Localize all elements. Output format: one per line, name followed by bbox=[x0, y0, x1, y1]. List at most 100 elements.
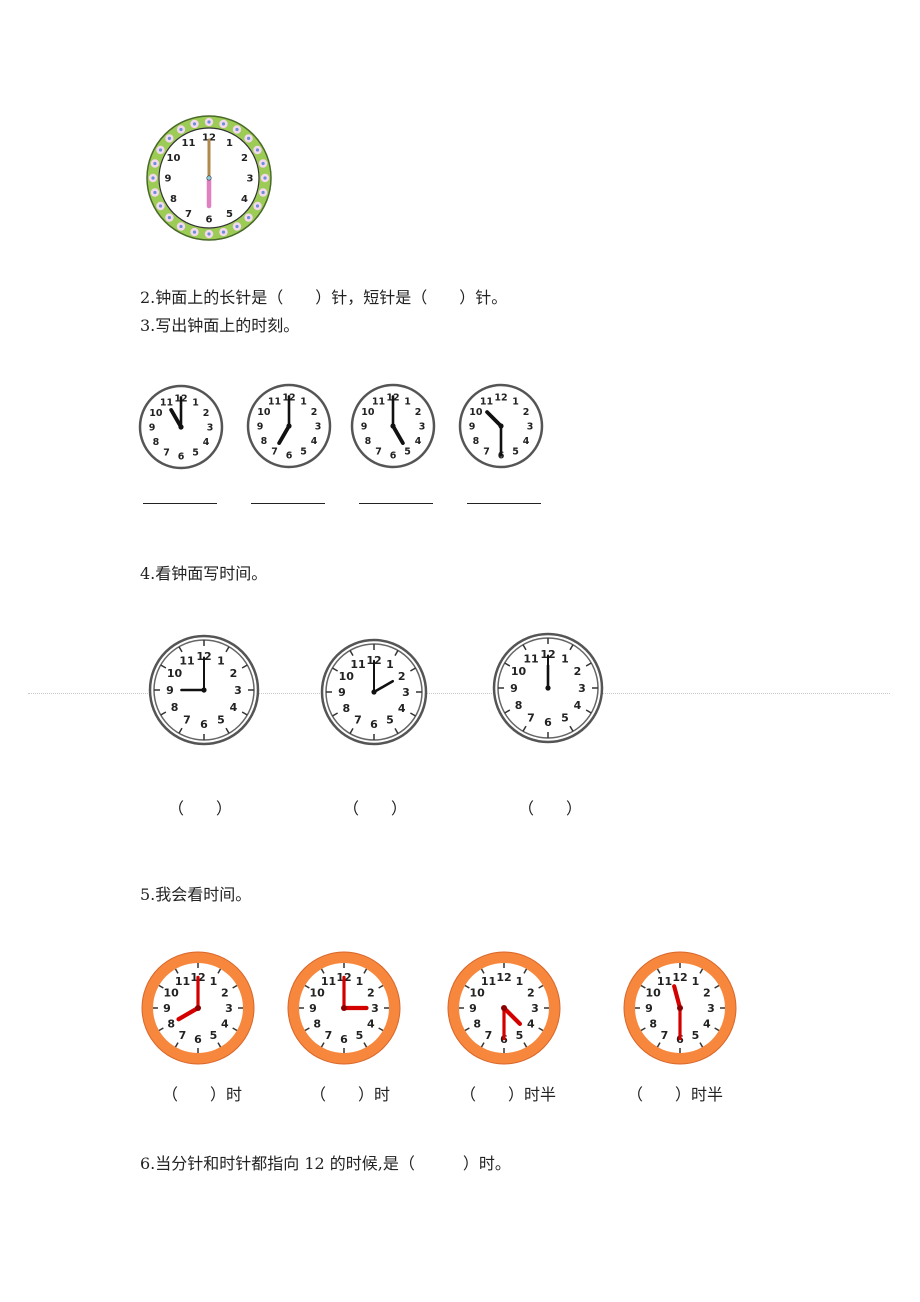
clock-number: 8 bbox=[473, 1017, 481, 1030]
clock-number: 10 bbox=[469, 986, 485, 999]
clock-q3-4: 121234567891011 bbox=[458, 383, 544, 469]
rim-decoration-dot bbox=[192, 122, 197, 126]
clock-number: 3 bbox=[234, 684, 242, 697]
clock-number: 4 bbox=[703, 1017, 711, 1030]
clock-q3-3: 121234567891011 bbox=[350, 383, 436, 469]
clock-q5-3: 121234567891011 bbox=[447, 951, 561, 1065]
clock-number: 1 bbox=[692, 975, 700, 988]
clock-number: 3 bbox=[225, 1002, 233, 1015]
clock-number: 3 bbox=[707, 1002, 715, 1015]
clock-number: 6 bbox=[340, 1033, 348, 1046]
clock-number: 1 bbox=[217, 655, 225, 668]
rim-decoration-dot bbox=[246, 215, 251, 220]
clock-number: 9 bbox=[163, 1002, 171, 1015]
clock-hub bbox=[341, 1005, 347, 1011]
clock-number: 11 bbox=[179, 655, 194, 668]
clock-number: 9 bbox=[645, 1002, 653, 1015]
clock-number: 11 bbox=[321, 975, 336, 988]
clock-number: 5 bbox=[512, 447, 519, 458]
clock-number: 6 bbox=[286, 450, 293, 461]
clock-number: 1 bbox=[516, 975, 524, 988]
clock-number: 10 bbox=[469, 407, 483, 418]
clock-number: 3 bbox=[578, 682, 586, 695]
clock-number: 5 bbox=[516, 1029, 524, 1042]
rim-decoration-dot bbox=[235, 224, 239, 229]
clock-number: 8 bbox=[171, 701, 179, 714]
clock-number: 8 bbox=[515, 699, 523, 712]
clock-number: 11 bbox=[350, 658, 365, 671]
clock-number: 7 bbox=[325, 1029, 333, 1042]
clock-number: 3 bbox=[315, 421, 322, 432]
clock-number: 2 bbox=[574, 665, 582, 678]
clock-number: 2 bbox=[415, 407, 422, 418]
clock-hub bbox=[206, 175, 212, 181]
clock-number: 9 bbox=[469, 1002, 477, 1015]
clock-number: 3 bbox=[419, 421, 426, 432]
clock-number: 8 bbox=[261, 436, 268, 447]
clock-number: 3 bbox=[402, 686, 410, 699]
clock-number: 4 bbox=[241, 194, 248, 205]
clock-number: 8 bbox=[170, 194, 177, 205]
clock-hub bbox=[501, 1005, 507, 1011]
clock-q5-4: 121234567891011 bbox=[623, 951, 737, 1065]
answer-q5-2[interactable]: （ ）时 bbox=[310, 1081, 390, 1105]
answer-paren-q4-2[interactable]: （ ） bbox=[343, 795, 407, 819]
clock-number: 7 bbox=[354, 714, 362, 727]
clock-number: 5 bbox=[386, 714, 394, 727]
rim-decoration-dot bbox=[192, 230, 197, 234]
clock-number: 1 bbox=[210, 975, 218, 988]
clock-number: 10 bbox=[163, 986, 179, 999]
answer-paren-q4-1[interactable]: （ ） bbox=[168, 795, 232, 819]
answer-blank-q3-1[interactable] bbox=[143, 503, 217, 504]
clock-q4-1: 12 1234567891011 bbox=[148, 634, 260, 746]
clock-number: 9 bbox=[165, 174, 172, 185]
answer-q5-3[interactable]: （ ）时半 bbox=[460, 1081, 556, 1105]
clock-number: 9 bbox=[469, 421, 476, 432]
clock-number: 10 bbox=[511, 665, 527, 678]
clock-number: 2 bbox=[703, 986, 711, 999]
rim-decoration-dot bbox=[179, 127, 183, 132]
answer-blank-q3-2[interactable] bbox=[251, 503, 325, 504]
clock-number: 4 bbox=[415, 436, 422, 447]
clock-number: 5 bbox=[192, 448, 199, 459]
clock-number: 2 bbox=[221, 986, 229, 999]
clock-number: 3 bbox=[247, 174, 254, 185]
rim-decoration-dot bbox=[255, 204, 260, 208]
answer-blank-q3-3[interactable] bbox=[359, 503, 433, 504]
clock-number: 7 bbox=[527, 711, 535, 724]
clock-number: 8 bbox=[473, 436, 480, 447]
clock-hub bbox=[178, 424, 184, 430]
rim-decoration-dot bbox=[151, 176, 155, 180]
clock-number: 5 bbox=[561, 711, 569, 724]
answer-q5-4[interactable]: （ ）时半 bbox=[627, 1081, 723, 1105]
clock-number: 4 bbox=[527, 1017, 535, 1030]
clock-number: 10 bbox=[309, 986, 325, 999]
clock-number: 5 bbox=[210, 1029, 218, 1042]
clock-number: 8 bbox=[649, 1017, 657, 1030]
clock-number: 10 bbox=[167, 153, 181, 164]
clock-number: 6 bbox=[200, 718, 208, 731]
clock-number: 10 bbox=[167, 667, 183, 680]
clock-number: 10 bbox=[149, 408, 163, 419]
clock-number: 2 bbox=[367, 986, 375, 999]
answer-q5-1[interactable]: （ ）时 bbox=[162, 1081, 242, 1105]
clock-number: 9 bbox=[149, 422, 156, 433]
clock-number: 4 bbox=[221, 1017, 229, 1030]
clock-number: 7 bbox=[271, 447, 278, 458]
clock-number: 9 bbox=[338, 686, 346, 699]
clock-hub bbox=[195, 1005, 201, 1011]
clock-number: 11 bbox=[160, 397, 173, 408]
clock-number: 4 bbox=[574, 699, 582, 712]
rim-decoration-dot bbox=[207, 120, 211, 124]
clock-number: 11 bbox=[523, 653, 538, 666]
rim-decoration-dot bbox=[221, 230, 226, 234]
clock-number: 7 bbox=[375, 447, 382, 458]
clock-number: 9 bbox=[166, 684, 174, 697]
answer-blank-q3-4[interactable] bbox=[467, 503, 541, 504]
rim-decoration-dot bbox=[158, 204, 163, 208]
clock-hub bbox=[390, 423, 396, 429]
rim-decoration-dot bbox=[261, 161, 265, 166]
question-4-title: 4.看钟面写时间。 bbox=[140, 564, 268, 583]
question-5-title: 5.我会看时间。 bbox=[140, 885, 252, 904]
answer-paren-q4-3[interactable]: （ ） bbox=[518, 795, 582, 819]
